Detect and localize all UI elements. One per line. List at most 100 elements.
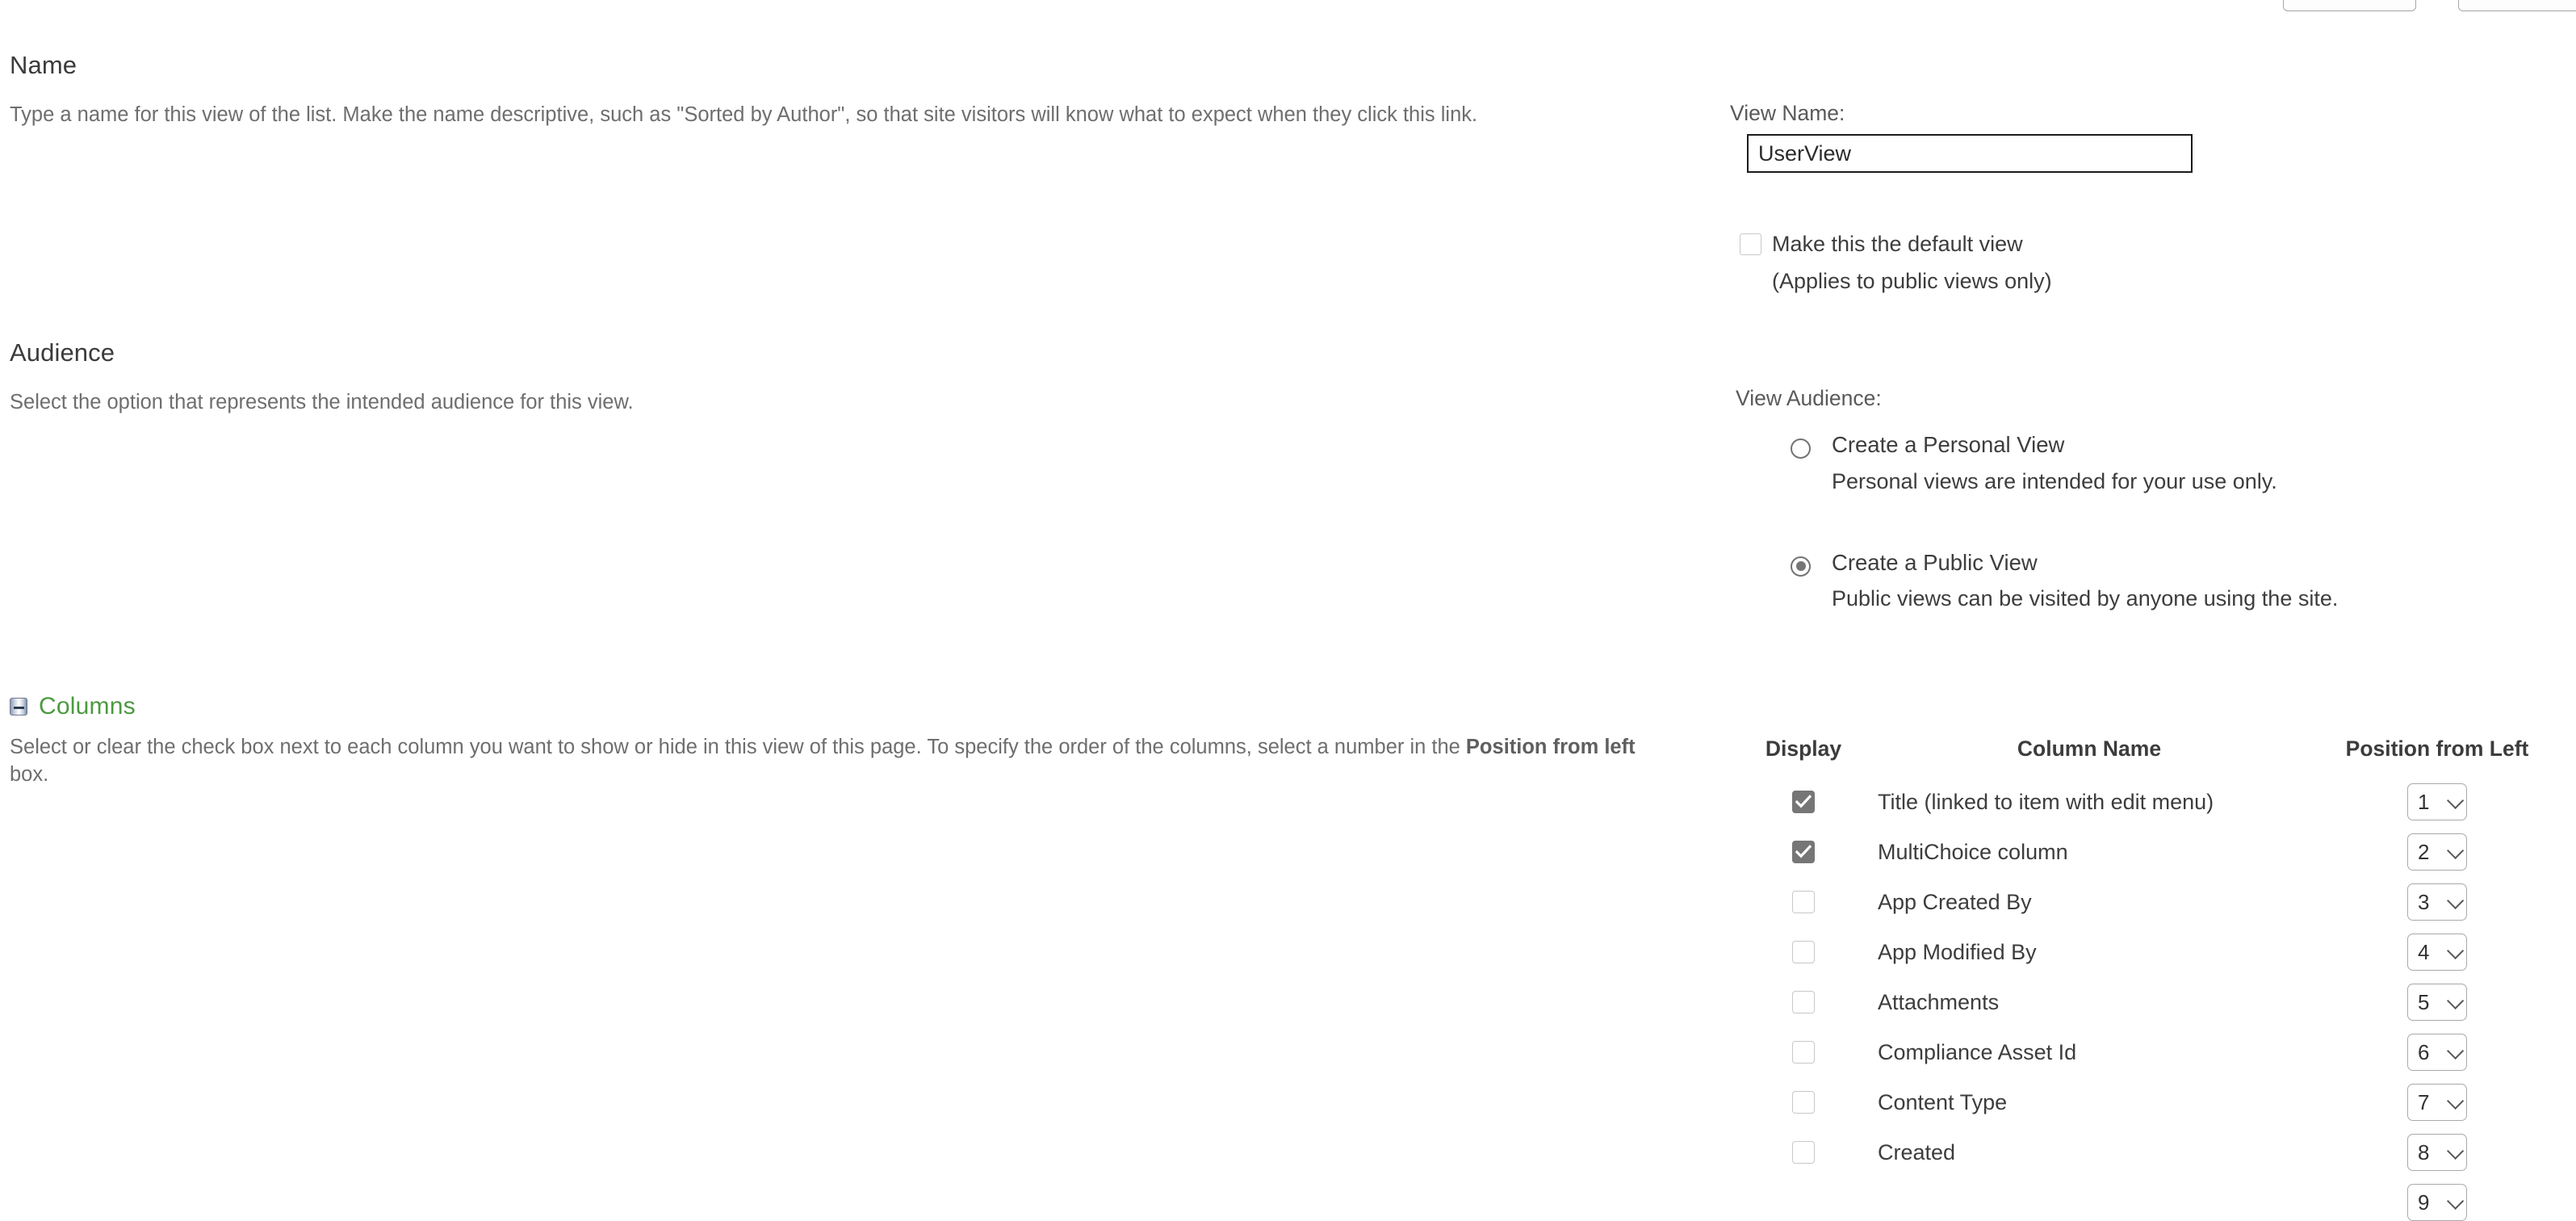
view-audience-radio-group: Create a Personal View Personal views ar… [1791,434,2338,610]
public-view-label: Create a Public View [1832,549,2038,575]
columns-section-title: Columns [39,693,136,720]
cell-position: 2 [2315,827,2559,877]
cell-position: 6 [2315,1027,2559,1077]
display-checkbox-unchecked[interactable] [1792,1091,1815,1114]
personal-view-description: Personal views are intended for your use… [1832,468,2277,493]
cell-display [1744,1127,1863,1177]
display-checkbox-checked[interactable] [1792,841,1815,863]
header-position-from-left: Position from Left [2345,736,2529,761]
position-select[interactable]: 8 [2407,1134,2467,1171]
audience-option-public[interactable]: Create a Public View Public views can be… [1791,549,2339,610]
position-select[interactable]: 1 [2407,783,2467,820]
collapse-minus-icon[interactable] [10,698,27,715]
default-view-checkbox-row[interactable]: Make this the default view [1740,233,2023,255]
position-select[interactable]: 3 [2407,883,2467,921]
default-view-checkbox[interactable] [1740,233,1761,255]
position-select-clipped-value: 9 [2418,1190,2430,1215]
header-column-name: Column Name [2017,736,2162,761]
cell-display [1744,1077,1863,1127]
chevron-down-icon [2447,841,2465,859]
position-select-value: 1 [2418,789,2430,814]
table-row: App Created By 3 [1744,877,2559,927]
public-view-description: Public views can be visited by anyone us… [1832,586,2339,610]
chevron-down-icon [2447,791,2465,809]
position-select-value: 2 [2418,839,2430,864]
table-row: Created 8 [1744,1127,2559,1177]
name-section: Name Type a name for this view of the li… [10,50,1673,129]
display-checkbox-unchecked[interactable] [1792,1141,1815,1164]
chevron-down-icon [2447,892,2465,909]
cell-column-name: Compliance Asset Id [1878,1039,2077,1064]
columns-table-wrap: Display Column Name Position from Left T… [1744,736,2559,1177]
position-select[interactable]: 2 [2407,833,2467,871]
chevron-down-icon [2447,1042,2465,1059]
columns-section-header[interactable]: Columns [10,693,136,720]
cell-position: 7 [2315,1077,2559,1127]
table-row: MultiChoice column 2 [1744,827,2559,877]
columns-table: Display Column Name Position from Left T… [1744,736,2559,1177]
audience-section: Audience Select the option that represen… [10,338,1673,417]
columns-table-clipped-row: 9 [1744,1184,2559,1221]
cell-position: 4 [2315,927,2559,977]
columns-desc-part1: Select or clear the check box next to ea… [10,736,1466,758]
view-name-field-wrap [1747,134,2193,173]
display-checkbox-unchecked[interactable] [1792,891,1815,913]
chevron-down-icon [2447,992,2465,1009]
header-display: Display [1765,736,1842,761]
position-select[interactable]: 5 [2407,984,2467,1021]
personal-view-radio[interactable] [1791,438,1811,459]
columns-desc-bold: Position from left [1465,736,1636,758]
cell-column-name: Attachments [1878,989,2000,1014]
position-select[interactable]: 7 [2407,1084,2467,1121]
cell-display [1744,877,1863,927]
cell-position: 8 [2315,1127,2559,1177]
public-view-radio[interactable] [1791,556,1811,577]
audience-section-description: Select the option that represents the in… [10,391,634,414]
display-checkbox-unchecked[interactable] [1792,1041,1815,1064]
cell-display [1744,827,1863,877]
cell-column-name: App Created By [1878,889,2032,914]
position-select-value: 6 [2418,1039,2430,1064]
position-select-value: 7 [2418,1089,2430,1114]
default-view-label: Make this the default view [1772,232,2023,256]
chevron-down-icon [2447,942,2465,959]
dialog-action-buttons [2283,0,2576,11]
cell-display [1744,1027,1863,1077]
cell-display [1744,977,1863,1027]
position-select-value: 4 [2418,939,2430,964]
table-row: Title (linked to item with edit menu) 1 [1744,777,2559,827]
cell-column-name: App Modified By [1878,939,2037,964]
position-select[interactable]: 4 [2407,934,2467,971]
name-section-title: Name [10,51,77,79]
cell-column-name: Content Type [1878,1089,2008,1114]
cell-column-name: MultiChoice column [1878,839,2068,864]
columns-table-header-row: Display Column Name Position from Left [1744,736,2559,777]
cancel-button[interactable] [2458,0,2576,11]
audience-section-title: Audience [10,338,115,367]
chevron-down-icon [2447,1192,2465,1210]
table-row: Compliance Asset Id 6 [1744,1027,2559,1077]
cell-column-name: Created [1878,1139,1956,1164]
position-select[interactable]: 6 [2407,1034,2467,1071]
position-select-value: 3 [2418,889,2430,914]
table-row: Content Type 7 [1744,1077,2559,1127]
view-name-input[interactable] [1747,134,2193,173]
chevron-down-icon [2447,1142,2465,1160]
cell-position: 5 [2315,977,2559,1027]
cell-position: 1 [2315,777,2559,827]
audience-option-personal[interactable]: Create a Personal View Personal views ar… [1791,434,2338,493]
cell-column-name: Title (linked to item with edit menu) [1878,789,2214,814]
display-checkbox-checked[interactable] [1792,791,1815,813]
position-select-value: 8 [2418,1139,2430,1164]
ok-button[interactable] [2283,0,2416,11]
display-checkbox-unchecked[interactable] [1792,991,1815,1013]
name-section-description: Type a name for this view of the list. M… [10,103,1478,127]
table-row: App Modified By 4 [1744,927,2559,977]
columns-section-description: Select or clear the check box next to ea… [10,733,1655,789]
table-row: Attachments 5 [1744,977,2559,1027]
display-checkbox-unchecked[interactable] [1792,941,1815,963]
position-select-clipped[interactable]: 9 [2407,1184,2467,1221]
default-view-sublabel: (Applies to public views only) [1772,269,2052,293]
personal-view-label: Create a Personal View [1832,432,2065,457]
view-audience-label: View Audience: [1736,386,1882,410]
